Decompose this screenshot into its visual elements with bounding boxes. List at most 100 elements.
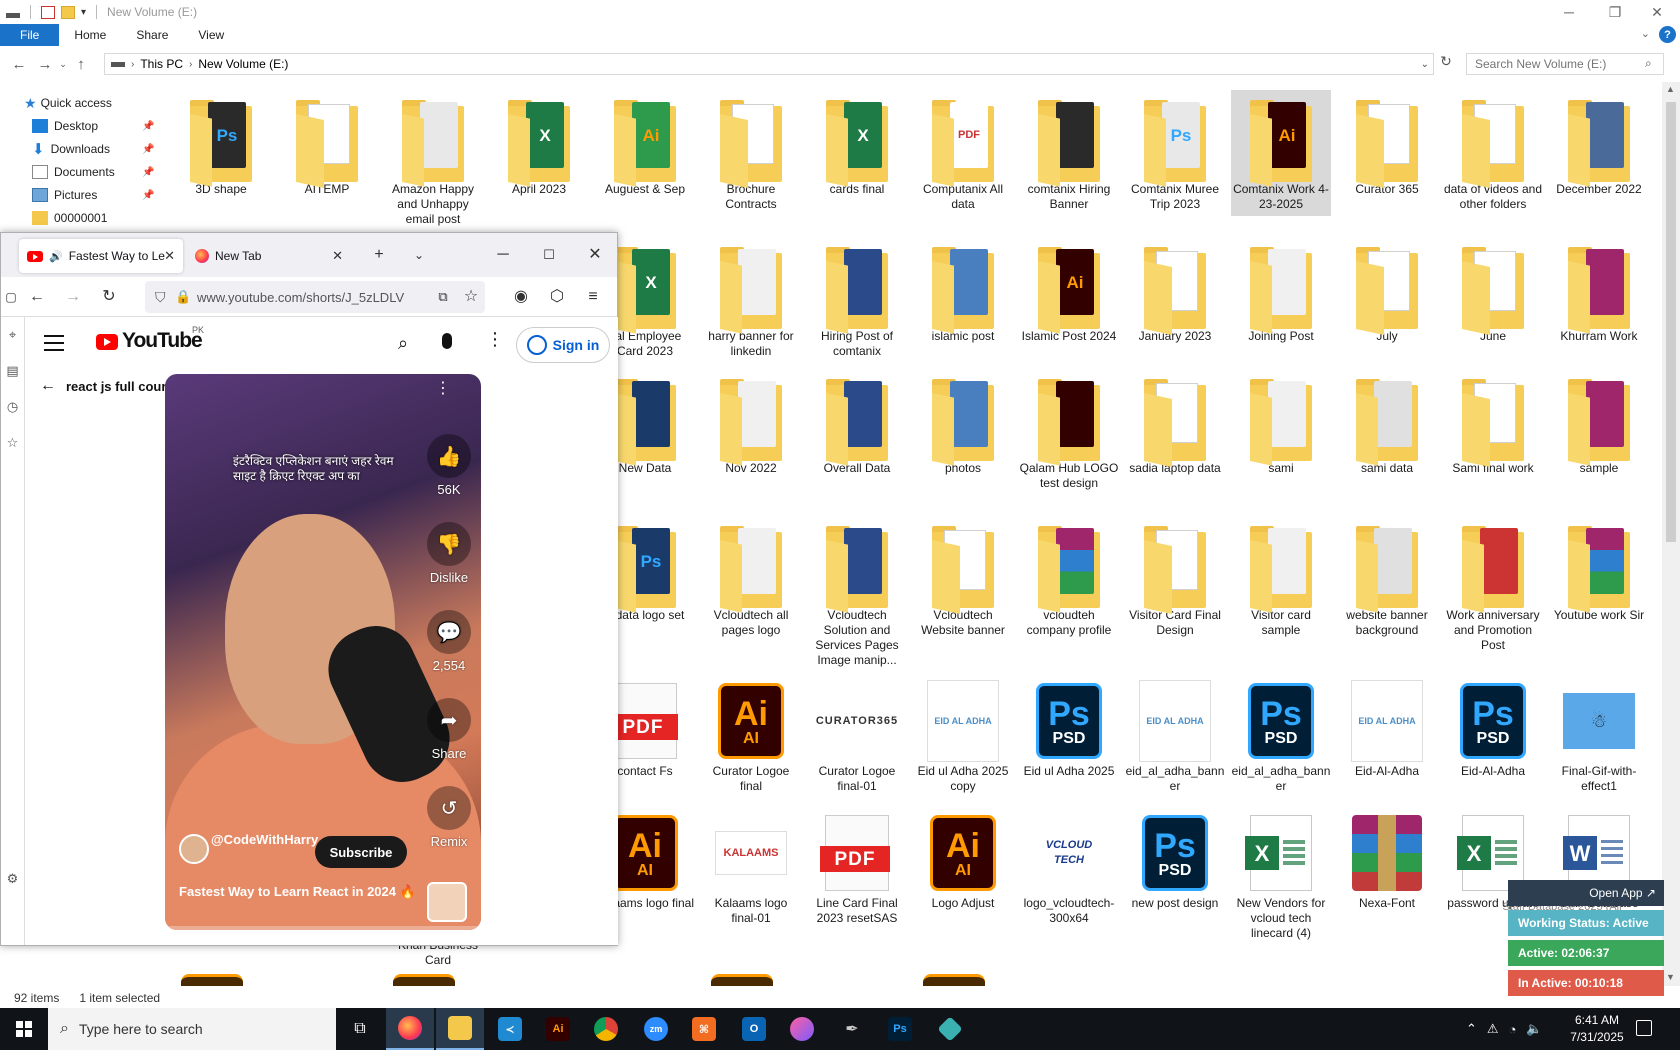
nav-pictures[interactable]: Pictures (32, 184, 97, 206)
file-item[interactable]: Ps PSD Eid-Al-Adha (1443, 672, 1543, 783)
sidebar-settings-icon[interactable]: ⚙ (1, 861, 24, 897)
pin-icon[interactable]: 📌 (142, 144, 154, 155)
file-item[interactable]: VCLOUD TECH logo_vcloudtech-300x64 (1019, 804, 1119, 930)
sound-thumbnail[interactable] (427, 882, 467, 922)
taskbar-photoshop[interactable]: Ps (876, 1008, 924, 1050)
refresh-icon[interactable]: ↻ (1436, 53, 1456, 75)
channel-avatar[interactable] (179, 834, 209, 864)
short-more-icon[interactable]: ⋮ (435, 378, 451, 398)
illustrator-file-icon[interactable] (181, 974, 243, 986)
folder-item[interactable]: Nov 2022 (701, 369, 801, 480)
address-dropdown-chevron-icon[interactable]: ⌄ (1421, 59, 1429, 70)
folder-item[interactable]: Work anniversary and Promotion Post (1443, 516, 1543, 657)
folder-item[interactable]: website banner background (1337, 516, 1437, 642)
sidebar-bookmarks-icon[interactable]: ⌖ (1, 317, 24, 353)
new-tab-plus-icon[interactable]: + (369, 245, 389, 265)
clock[interactable]: 6:41 AM 7/31/2025 (1560, 1012, 1634, 1046)
taskbar-file-explorer[interactable] (436, 1008, 484, 1050)
folder-item[interactable]: sami data (1337, 369, 1437, 480)
folder-item[interactable]: Xcards final (807, 90, 907, 201)
nav-documents[interactable]: Documents (32, 161, 115, 183)
folder-item[interactable]: sample (1549, 369, 1649, 480)
folder-item[interactable]: Youtube work Sir (1549, 516, 1649, 627)
reload-icon[interactable]: ↻ (99, 287, 119, 307)
taskbar-search[interactable]: ⌕ Type here to search (48, 1008, 336, 1050)
folder-item[interactable]: Khurram Work (1549, 237, 1649, 348)
folder-item[interactable]: Sami final work (1443, 369, 1543, 480)
folder-item[interactable]: December 2022 (1549, 90, 1649, 201)
minimize-button[interactable]: ─ (1546, 0, 1592, 24)
back-arrow-icon[interactable]: ← (40, 377, 56, 395)
folder-item[interactable]: Joining Post (1231, 237, 1331, 348)
taskbar-outlook[interactable]: O (730, 1008, 778, 1050)
help-icon[interactable]: ? (1659, 26, 1676, 43)
shield-icon[interactable]: ⛉ (155, 289, 166, 306)
file-item[interactable]: Ps PSD new post design (1125, 804, 1225, 915)
share-button[interactable]: ➦ Share (421, 698, 477, 761)
taskbar-vscode[interactable]: ≺ (486, 1008, 534, 1050)
tab-view[interactable]: View (183, 24, 239, 46)
pin-icon[interactable]: 📌 (142, 190, 154, 201)
short-title[interactable]: Fastest Way to Learn React in 2024 🔥 (179, 884, 419, 900)
youtube-logo-text[interactable]: YouTube (122, 329, 203, 353)
close-tab-icon[interactable]: ✕ (164, 248, 175, 264)
menu-hamburger-icon[interactable]: ≡ (583, 287, 603, 307)
new-folder-icon[interactable] (61, 5, 75, 19)
file-item[interactable]: PDF Line Card Final 2023 resetSAS (807, 804, 907, 930)
like-button[interactable]: 👍 56K (421, 434, 477, 497)
recent-locations-chevron-icon[interactable]: ⌄ (56, 59, 70, 70)
taskbar-app-gradient[interactable] (778, 1008, 826, 1050)
scroll-up-icon[interactable]: ▲ (1666, 84, 1675, 94)
network-warning-icon[interactable]: ⚠ (1487, 1021, 1499, 1037)
folder-item[interactable]: Hiring Post of comtanix (807, 237, 907, 363)
breadcrumb-separator-icon[interactable]: › (131, 59, 134, 70)
folder-item[interactable]: Ps 3D shape (171, 90, 271, 201)
lock-icon[interactable]: 🔒 (175, 289, 191, 305)
properties-icon[interactable] (41, 5, 55, 19)
tab-youtube-short[interactable]: 🔊 Fastest Way to Le ✕ (19, 239, 183, 273)
folder-item[interactable]: data of videos and other folders (1443, 90, 1543, 216)
search-icon[interactable]: ⌕ (398, 333, 408, 354)
address-bar[interactable]: › This PC › New Volume (E:) ⌄ (104, 53, 1434, 75)
notification-center-icon[interactable] (1636, 1020, 1652, 1036)
taskbar-app-pen[interactable]: ✒ (828, 1008, 876, 1050)
youtube-logo-icon[interactable] (96, 334, 118, 350)
back-arrow-icon[interactable]: ← (27, 287, 47, 307)
back-arrow-icon[interactable]: ← (8, 56, 30, 73)
extensions-puzzle-icon[interactable]: ⬡ (547, 287, 567, 307)
sidebar-star-icon[interactable]: ☆ (1, 425, 24, 461)
file-item[interactable]: Ps PSD Eid ul Adha 2025 (1019, 672, 1119, 783)
close-tab-icon[interactable]: ✕ (332, 248, 343, 264)
taskbar-app-crystal[interactable] (926, 1008, 974, 1050)
folder-item[interactable]: AITEMP (277, 90, 377, 201)
search-input[interactable] (1466, 53, 1664, 75)
folder-item[interactable]: sami (1231, 369, 1331, 480)
subscribe-button[interactable]: Subscribe (315, 836, 407, 868)
file-item[interactable]: Nexa-Font (1337, 804, 1437, 915)
task-view-button[interactable]: ⧉ (336, 1008, 384, 1050)
folder-item[interactable]: Vcloudtech Website banner (913, 516, 1013, 642)
scrollbar-thumb[interactable] (1666, 102, 1676, 542)
folder-item[interactable]: photos (913, 369, 1013, 480)
video-progress-bar[interactable] (165, 926, 481, 930)
nav-downloads[interactable]: ⬇ Downloads (32, 138, 110, 160)
sign-in-button[interactable]: Sign in (516, 327, 610, 363)
folder-item[interactable]: June (1443, 237, 1543, 348)
bookmark-star-icon[interactable]: ☆ (461, 287, 481, 307)
breadcrumb-this-pc[interactable]: This PC (140, 57, 183, 71)
speaker-icon[interactable]: 🔊 (49, 250, 63, 263)
sidebar-history-icon[interactable]: ◷ (1, 389, 24, 425)
folder-item[interactable]: Vcloudtech all pages logo (701, 516, 801, 642)
taskbar-chrome[interactable] (582, 1008, 630, 1050)
folder-item[interactable]: July (1337, 237, 1437, 348)
up-arrow-icon[interactable]: ↑ (70, 56, 92, 73)
forward-arrow-icon[interactable]: → (34, 56, 56, 73)
folder-item[interactable]: Ai Comtanix Work 4-23-2025 (1231, 90, 1331, 216)
folder-item[interactable]: Ps Comtanix Muree Trip 2023 (1125, 90, 1225, 216)
folder-item[interactable]: Overall Data (807, 369, 907, 480)
wifi-icon[interactable]: ◔ (1509, 1022, 1517, 1037)
breadcrumb-separator-icon[interactable]: › (189, 59, 192, 70)
nav-folder-00000001[interactable]: 00000001 (32, 207, 107, 229)
customize-chevron-icon[interactable]: ▾ (81, 7, 86, 18)
tab-new-tab[interactable]: New Tab ✕ (187, 239, 351, 273)
